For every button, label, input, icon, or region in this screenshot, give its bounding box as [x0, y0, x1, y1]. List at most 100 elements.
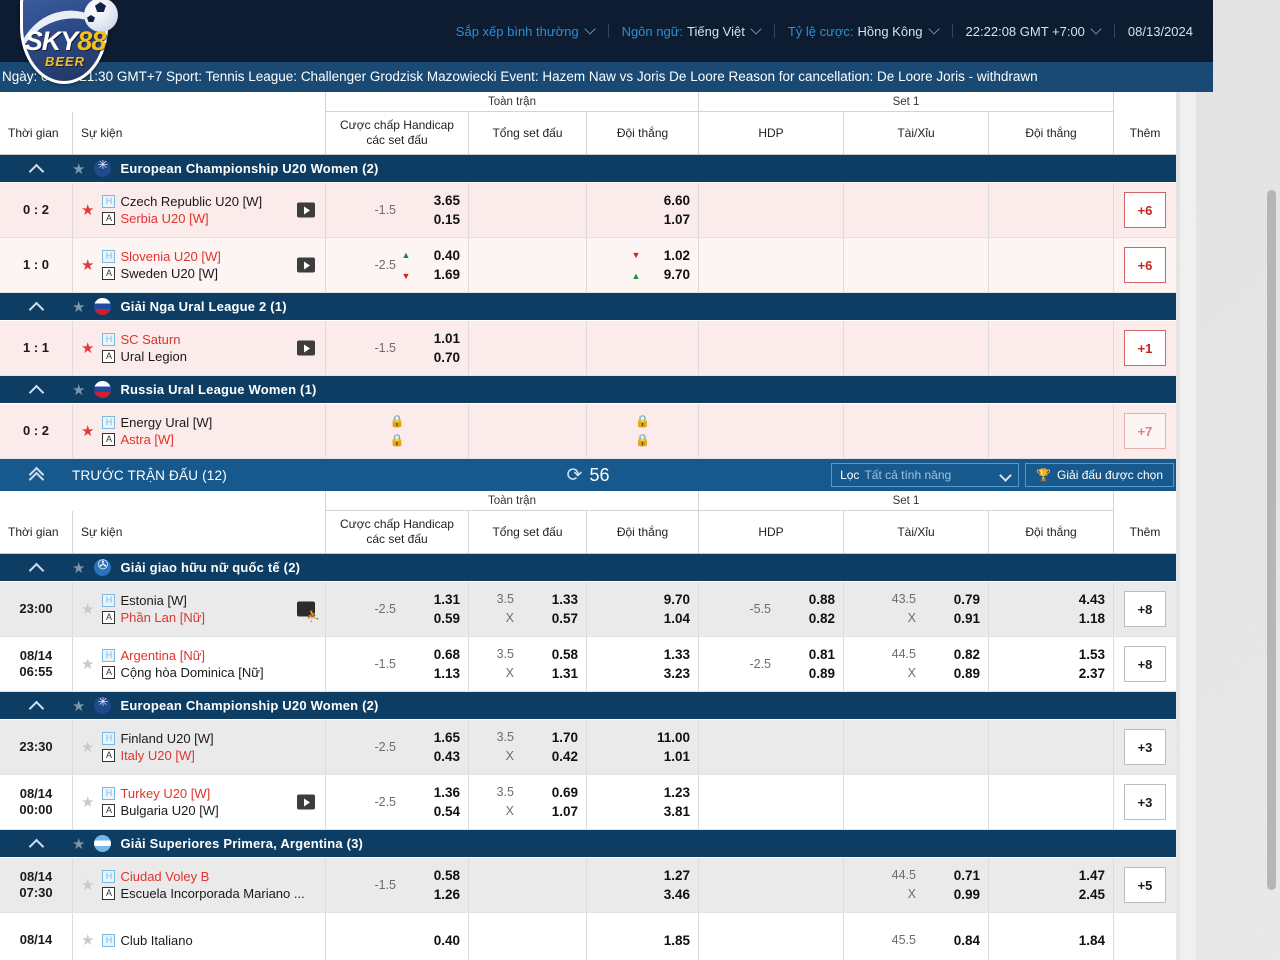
selected-tournaments-button[interactable]: 🏆 Giải đấu được chọn [1025, 463, 1174, 487]
set1-moneyline-odds[interactable]: 1.47 2.45 [988, 858, 1113, 912]
set1-total-odds[interactable] [843, 321, 988, 375]
total-odds[interactable] [468, 238, 586, 292]
total-odds[interactable] [468, 913, 586, 960]
moneyline-odds[interactable]: ▼ ▲ 1.02 9.70 [586, 238, 698, 292]
set1-total-odds[interactable]: 45.5 0.84 [843, 913, 988, 960]
home-team[interactable]: H Finland U20 [W] [102, 730, 214, 747]
set1-moneyline-odds[interactable] [988, 720, 1113, 774]
more-markets-button[interactable]: +3 [1124, 729, 1166, 765]
favorite-star-icon[interactable]: ★ [81, 793, 94, 811]
more-markets-button[interactable]: +1 [1124, 330, 1166, 366]
table-row[interactable]: 1 : 0 ★ H Slovenia U20 [W] A Sweden U20 [W] -2… [0, 238, 1176, 293]
more-markets-button[interactable]: +6 [1124, 247, 1166, 283]
total-odds-prices[interactable]: 0.69 1.07 [530, 783, 578, 821]
total-odds[interactable] [468, 858, 586, 912]
filter-dropdown[interactable]: Lọc Tất cả tính năng [831, 463, 1020, 487]
total-odds[interactable]: 3.5 X 1.33 0.57 [468, 582, 586, 636]
content-scrollbar[interactable] [1267, 190, 1276, 900]
set1-handicap-odds[interactable] [698, 913, 843, 960]
moneyline-odds[interactable]: 1.23 3.81 [586, 775, 698, 829]
handicap-odds[interactable]: -1.5 3.65 0.15 [325, 183, 468, 237]
total-odds[interactable]: 3.5 X 1.70 0.42 [468, 720, 586, 774]
sky88-logo[interactable]: SKY88 BEER [6, 0, 124, 92]
favorite-star-icon[interactable]: ★ [81, 256, 94, 274]
set1-moneyline-odds-prices[interactable]: 1.84 [1057, 931, 1105, 950]
table-row[interactable]: 08/14 ★ H Club Italiano 0.40 1.85 45.5 0.84 1.84 [0, 913, 1176, 960]
set1-moneyline-odds[interactable] [988, 775, 1113, 829]
table-row[interactable]: 0 : 2 ★ H Czech Republic U20 [W] A Serbia U20… [0, 183, 1176, 238]
away-team[interactable]: A Serbia U20 [W] [102, 210, 262, 227]
home-team[interactable]: H Estonia [W] [102, 592, 205, 609]
live-stream-icon[interactable] [297, 257, 315, 273]
set1-handicap-odds[interactable]: -2.5 0.81 0.89 [698, 637, 843, 691]
total-odds[interactable]: 3.5 X 0.69 1.07 [468, 775, 586, 829]
handicap-odds[interactable]: -1.5 0.58 1.26 [325, 858, 468, 912]
favorite-star-icon[interactable]: ★ [81, 422, 94, 440]
set1-moneyline-odds[interactable]: 1.84 [988, 913, 1113, 960]
live-stream-icon[interactable] [297, 340, 315, 356]
away-team[interactable]: A Italy U20 [W] [102, 747, 213, 764]
league-favorite-star-icon[interactable]: ★ [72, 298, 85, 316]
table-row[interactable]: 08/14 06:55 ★ H Argentina [Nữ] A Cộng hòa Domi… [0, 637, 1176, 692]
set1-total-odds-prices[interactable]: 0.84 [932, 931, 980, 950]
moneyline-odds-prices[interactable]: 6.60 1.07 [642, 191, 690, 229]
scrollbar-thumb[interactable] [1267, 190, 1276, 890]
moneyline-odds-prices[interactable]: 1.02 9.70 [642, 246, 690, 284]
refresh-button[interactable]: ⟳ 56 [567, 465, 610, 486]
total-odds[interactable] [468, 183, 586, 237]
set1-total-odds-prices[interactable]: 0.79 0.91 [932, 590, 980, 628]
table-row[interactable]: 08/14 07:30 ★ H Ciudad Voley B A Escuela Incor… [0, 858, 1176, 913]
league-favorite-star-icon[interactable]: ★ [72, 835, 85, 853]
league-header[interactable]: ★ European Championship U20 Women (2) [0, 692, 1176, 720]
handicap-odds[interactable]: -2.5 1.65 0.43 [325, 720, 468, 774]
live-stream-icon[interactable] [297, 202, 315, 218]
moneyline-odds[interactable]: 1.33 3.23 [586, 637, 698, 691]
table-row[interactable]: 23:00 ★ H Estonia [W] A Phần Lan [Nữ] -2.5 1.31… [0, 582, 1176, 637]
favorite-star-icon[interactable]: ★ [81, 600, 94, 618]
more-markets-button[interactable]: +3 [1124, 784, 1166, 820]
handicap-odds[interactable]: -2.5 1.36 0.54 [325, 775, 468, 829]
favorite-star-icon[interactable]: ★ [81, 201, 94, 219]
set1-handicap-odds-prices[interactable]: 0.81 0.89 [787, 645, 835, 683]
home-team[interactable]: H Club Italiano [102, 932, 193, 949]
set1-moneyline-odds[interactable] [988, 238, 1113, 292]
away-team[interactable]: A Escuela Incorporada Mariano ... [102, 885, 305, 902]
set1-handicap-odds[interactable] [698, 404, 843, 458]
favorite-star-icon[interactable]: ★ [81, 339, 94, 357]
league-favorite-star-icon[interactable]: ★ [72, 160, 85, 178]
home-team[interactable]: H Energy Ural [W] [102, 414, 212, 431]
favorite-star-icon[interactable]: ★ [81, 931, 94, 949]
set1-handicap-odds[interactable] [698, 183, 843, 237]
total-odds-prices[interactable]: 1.70 0.42 [530, 728, 578, 766]
more-markets-button[interactable]: +5 [1124, 867, 1166, 903]
clock-selector[interactable]: 22:22:08 GMT +7:00 [966, 24, 1101, 39]
moneyline-odds[interactable]: 9.70 1.04 [586, 582, 698, 636]
handicap-odds-prices[interactable]: 1.65 0.43 [412, 728, 460, 766]
handicap-odds-prices[interactable]: 0.40 [412, 931, 460, 950]
set1-handicap-odds[interactable] [698, 720, 843, 774]
handicap-odds[interactable]: -1.5 1.01 0.70 [325, 321, 468, 375]
handicap-odds[interactable]: 0.40 [325, 913, 468, 960]
home-team[interactable]: H Argentina [Nữ] [102, 647, 263, 664]
moneyline-odds[interactable] [586, 321, 698, 375]
moneyline-odds[interactable]: 1.27 3.46 [586, 858, 698, 912]
away-team[interactable]: A Sweden U20 [W] [102, 265, 220, 282]
live-stream-icon[interactable] [297, 794, 315, 810]
sort-selector[interactable]: Sắp xếp bình thường [456, 24, 595, 39]
away-team[interactable]: A Phần Lan [Nữ] [102, 609, 205, 626]
set1-handicap-odds[interactable] [698, 238, 843, 292]
handicap-odds-prices[interactable]: 1.31 0.59 [412, 590, 460, 628]
total-odds-prices[interactable]: 1.33 0.57 [530, 590, 578, 628]
league-favorite-star-icon[interactable]: ★ [72, 559, 85, 577]
more-markets-button[interactable]: +8 [1124, 591, 1166, 627]
away-team[interactable]: A Astra [W] [102, 431, 212, 448]
league-header[interactable]: ★ European Championship U20 Women (2) [0, 155, 1176, 183]
prematch-collapse-toggle[interactable] [0, 468, 72, 483]
league-collapse-toggle[interactable] [0, 162, 72, 175]
league-favorite-star-icon[interactable]: ★ [72, 381, 85, 399]
league-collapse-toggle[interactable] [0, 300, 72, 313]
total-odds[interactable]: 3.5 X 0.58 1.31 [468, 637, 586, 691]
set1-total-odds[interactable] [843, 183, 988, 237]
handicap-odds[interactable]: -1.5 0.68 1.13 [325, 637, 468, 691]
league-header[interactable]: ★ Russia Ural League Women (1) [0, 376, 1176, 404]
